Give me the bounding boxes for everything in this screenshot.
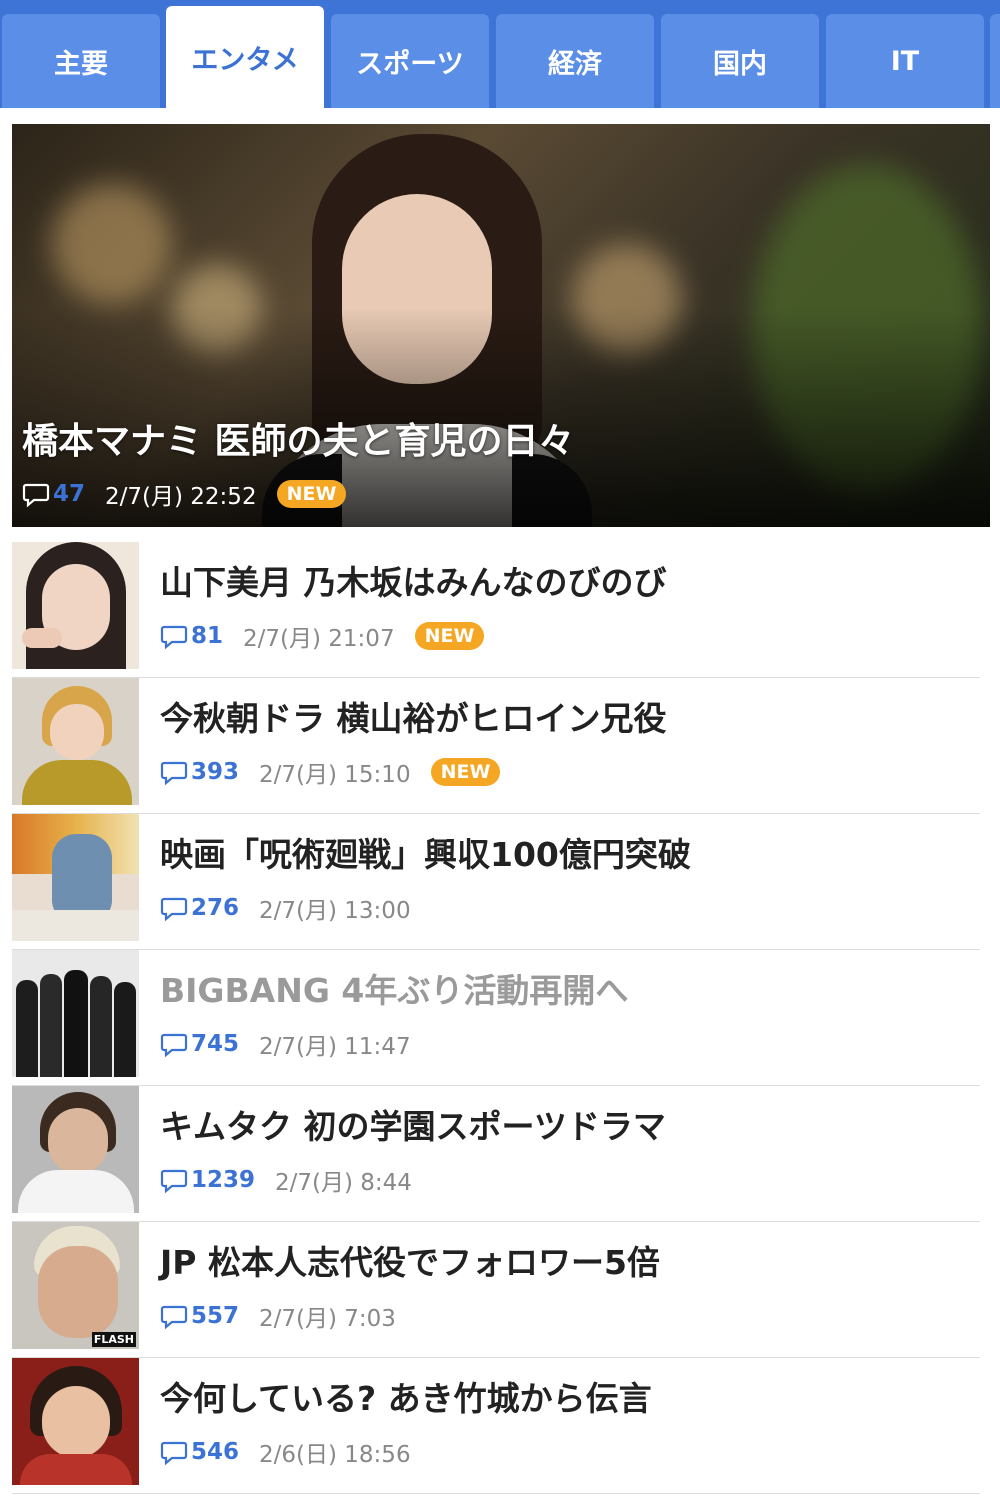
article-date: 2/7(月) 13:00 — [259, 898, 411, 924]
article-meta: 393 2/7(月) 15:10 NEW — [160, 752, 501, 792]
new-badge: NEW — [430, 758, 501, 786]
list-item[interactable]: 山下美月 乃木坂はみんなのびのび 81 2/7(月) 21:07 NEW — [12, 542, 980, 678]
list-item[interactable]: FLASH JP 松本人志代役でフォロワー5倍 557 2/7(月) 7:03 — [12, 1222, 980, 1358]
article-date: 2/7(月) 21:07 — [243, 626, 395, 652]
list-item[interactable]: キムタク 初の学園スポーツドラマ 1239 2/7(月) 8:44 — [12, 1086, 980, 1222]
article-meta: 81 2/7(月) 21:07 NEW — [160, 616, 485, 656]
article-thumbnail — [12, 814, 139, 941]
article-thumbnail: FLASH — [12, 1222, 139, 1349]
comment-icon — [160, 761, 188, 786]
article-title: キムタク 初の学園スポーツドラマ — [160, 1107, 666, 1146]
comment-count: 81 — [191, 623, 224, 649]
article-date: 2/7(月) 8:44 — [275, 1170, 412, 1196]
article-title: 山下美月 乃木坂はみんなのびのび — [160, 563, 667, 602]
tab-economy[interactable]: 経済 — [496, 14, 654, 108]
tab-domestic[interactable]: 国内 — [661, 14, 819, 108]
comment-icon — [160, 1033, 188, 1058]
article-thumbnail — [12, 678, 139, 805]
tab-next-partial[interactable] — [990, 14, 1000, 108]
article-meta: 546 2/6(日) 18:56 — [160, 1432, 431, 1472]
comment-count: 393 — [191, 759, 240, 785]
comment-count: 546 — [191, 1439, 240, 1465]
article-title: 映画「呪術廻戦」興収100億円突破 — [160, 835, 691, 874]
list-item[interactable]: 今何している? あき竹城から伝言 546 2/6(日) 18:56 — [12, 1358, 980, 1494]
tab-main[interactable]: 主要 — [2, 14, 160, 108]
new-badge: NEW — [414, 622, 485, 650]
article-title: JP 松本人志代役でフォロワー5倍 — [160, 1243, 660, 1282]
article-date: 2/7(月) 11:47 — [259, 1034, 411, 1060]
comment-icon — [160, 897, 188, 922]
new-badge: NEW — [276, 480, 347, 508]
hero-meta: 47 2/7(月) 22:52 NEW — [22, 474, 347, 514]
article-thumbnail — [12, 950, 139, 1077]
article-date: 2/6(日) 18:56 — [259, 1442, 411, 1468]
article-title: 今何している? あき竹城から伝言 — [160, 1379, 652, 1418]
comment-count: 1239 — [191, 1167, 256, 1193]
list-item[interactable]: 映画「呪術廻戦」興収100億円突破 276 2/7(月) 13:00 — [12, 814, 980, 950]
article-date: 2/7(月) 15:10 — [259, 762, 411, 788]
article-meta: 745 2/7(月) 11:47 — [160, 1024, 431, 1064]
hero-article[interactable] — [12, 124, 990, 527]
article-meta: 1239 2/7(月) 8:44 — [160, 1160, 432, 1200]
category-tab-bar: 主要 エンタメ スポーツ 経済 国内 IT — [0, 0, 1000, 108]
tab-it[interactable]: IT — [826, 14, 984, 108]
comment-icon — [22, 483, 50, 508]
tab-sports[interactable]: スポーツ — [331, 14, 489, 108]
list-item[interactable]: 今秋朝ドラ 横山裕がヒロイン兄役 393 2/7(月) 15:10 NEW — [12, 678, 980, 814]
comment-count: 276 — [191, 895, 240, 921]
article-thumbnail — [12, 1358, 139, 1485]
tab-entertainment[interactable]: エンタメ — [166, 6, 324, 108]
comment-icon — [160, 1169, 188, 1194]
article-date: 2/7(月) 7:03 — [259, 1306, 396, 1332]
comment-count: 745 — [191, 1031, 240, 1057]
comment-count: 557 — [191, 1303, 240, 1329]
article-title: 今秋朝ドラ 横山裕がヒロイン兄役 — [160, 699, 667, 738]
article-meta: 276 2/7(月) 13:00 — [160, 888, 431, 928]
comment-count: 47 — [53, 481, 86, 507]
list-item[interactable]: BIGBANG 4年ぶり活動再開へ 745 2/7(月) 11:47 — [12, 950, 980, 1086]
comment-icon — [160, 625, 188, 650]
thumbnail-label: FLASH — [91, 1332, 136, 1347]
article-meta: 557 2/7(月) 7:03 — [160, 1296, 416, 1336]
hero-title[interactable]: 橋本マナミ 医師の夫と育児の日々 — [22, 412, 575, 464]
article-thumbnail — [12, 542, 139, 669]
comment-icon — [160, 1305, 188, 1330]
article-date: 2/7(月) 22:52 — [105, 484, 257, 510]
comment-icon — [160, 1441, 188, 1466]
article-thumbnail — [12, 1086, 139, 1213]
article-title: BIGBANG 4年ぶり活動再開へ — [160, 971, 629, 1010]
